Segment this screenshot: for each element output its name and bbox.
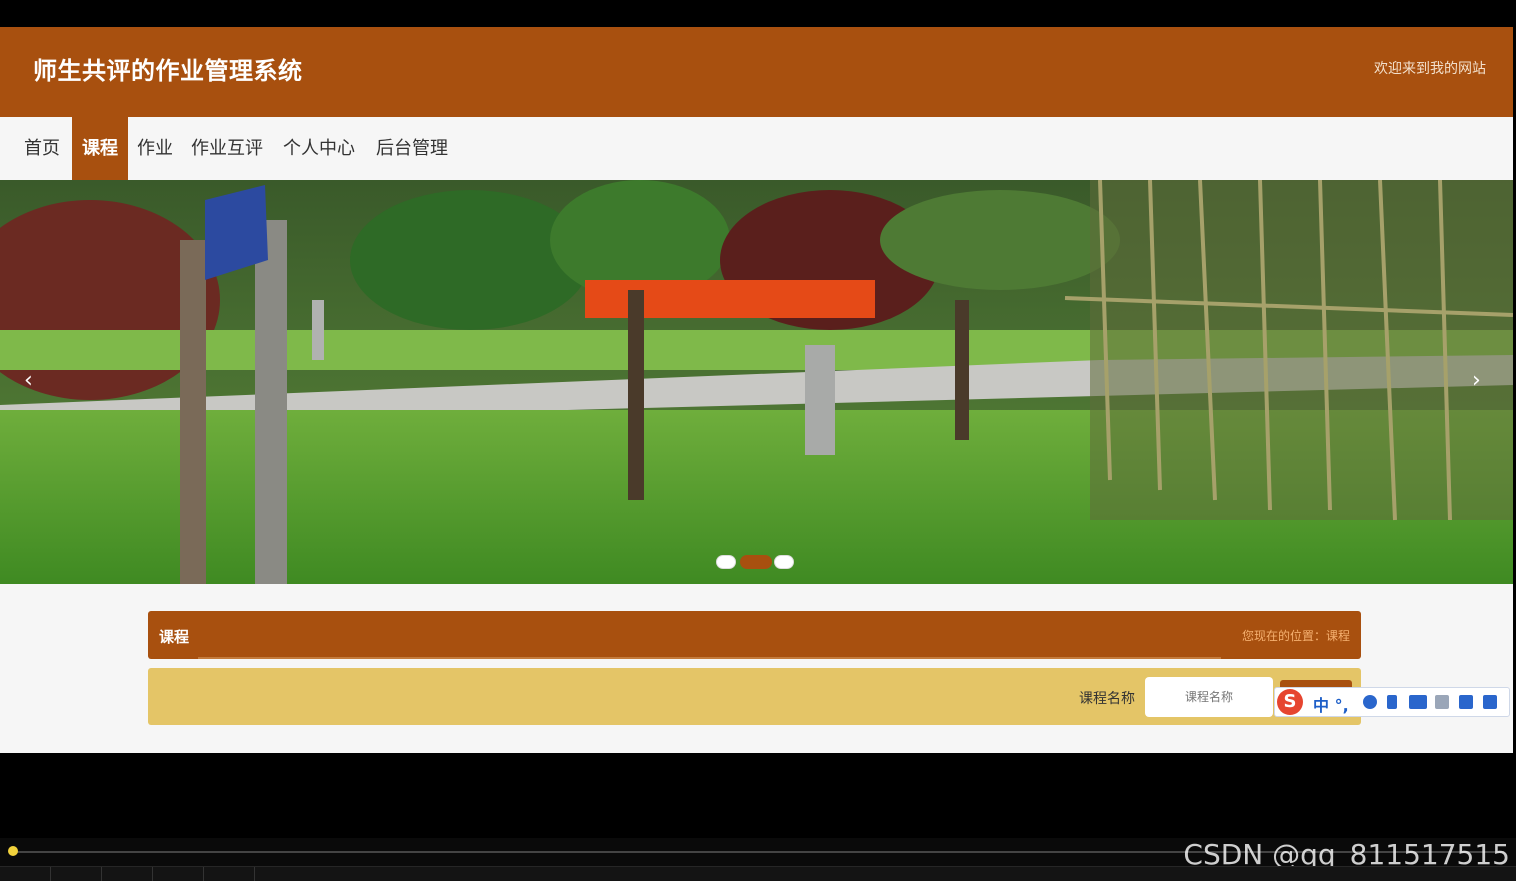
carousel-dot[interactable]	[774, 555, 794, 569]
nav-item-peer-review[interactable]: 作业互评	[184, 117, 270, 180]
player-controls	[0, 866, 1516, 881]
divider	[101, 867, 102, 881]
search-bar: 课程名称	[148, 668, 1361, 725]
nav-item-admin[interactable]: 后台管理	[368, 117, 456, 180]
user-icon[interactable]	[1435, 695, 1449, 709]
site-title: 师生共评的作业管理系统	[33, 57, 303, 85]
microphone-icon[interactable]	[1387, 695, 1397, 709]
nav-item-homework[interactable]: 作业	[130, 117, 180, 180]
skin-icon[interactable]	[1459, 695, 1473, 709]
divider	[203, 867, 204, 881]
divider	[254, 867, 255, 881]
nav-item-personal-center[interactable]: 个人中心	[276, 117, 362, 180]
divider	[198, 657, 1221, 659]
banner-image	[0, 180, 1513, 584]
divider	[152, 867, 153, 881]
main-nav: 首页 课程 作业 作业互评 个人中心 后台管理	[0, 117, 1513, 180]
progress-knob[interactable]	[8, 846, 18, 856]
website: 师生共评的作业管理系统 欢迎来到我的网站 首页 课程 作业 作业互评 个人中心 …	[0, 27, 1513, 753]
carousel-next-arrow[interactable]: ›	[1472, 368, 1481, 393]
course-section-header: 课程 您现在的位置：课程	[148, 611, 1361, 659]
ime-toolbar: S 中 °,	[1274, 687, 1510, 717]
site-header: 师生共评的作业管理系统 欢迎来到我的网站	[0, 27, 1513, 117]
section-title: 课程	[159, 628, 190, 646]
ime-mode[interactable]: 中 °,	[1313, 692, 1349, 716]
search-label: 课程名称	[1079, 691, 1135, 707]
screen-frame: 师生共评的作业管理系统 欢迎来到我的网站 首页 课程 作业 作业互评 个人中心 …	[0, 0, 1516, 881]
banner-carousel: ‹ ›	[0, 180, 1513, 584]
video-player-bar: CSDN @qq_811517515	[0, 838, 1516, 881]
welcome-text: 欢迎来到我的网站	[1374, 61, 1486, 77]
carousel-dot-active[interactable]	[740, 555, 772, 569]
keyboard-icon[interactable]	[1409, 695, 1427, 709]
divider	[50, 867, 51, 881]
sogou-logo-icon[interactable]: S	[1277, 689, 1303, 715]
nav-item-course[interactable]: 课程	[72, 117, 128, 180]
breadcrumb: 您现在的位置：课程	[1241, 629, 1350, 643]
nav-item-home[interactable]: 首页	[14, 117, 70, 180]
carousel-dot[interactable]	[716, 555, 736, 569]
emoji-icon[interactable]	[1363, 695, 1377, 709]
carousel-prev-arrow[interactable]: ‹	[24, 368, 33, 393]
course-name-input[interactable]	[1145, 677, 1273, 717]
grid-icon[interactable]	[1483, 695, 1497, 709]
